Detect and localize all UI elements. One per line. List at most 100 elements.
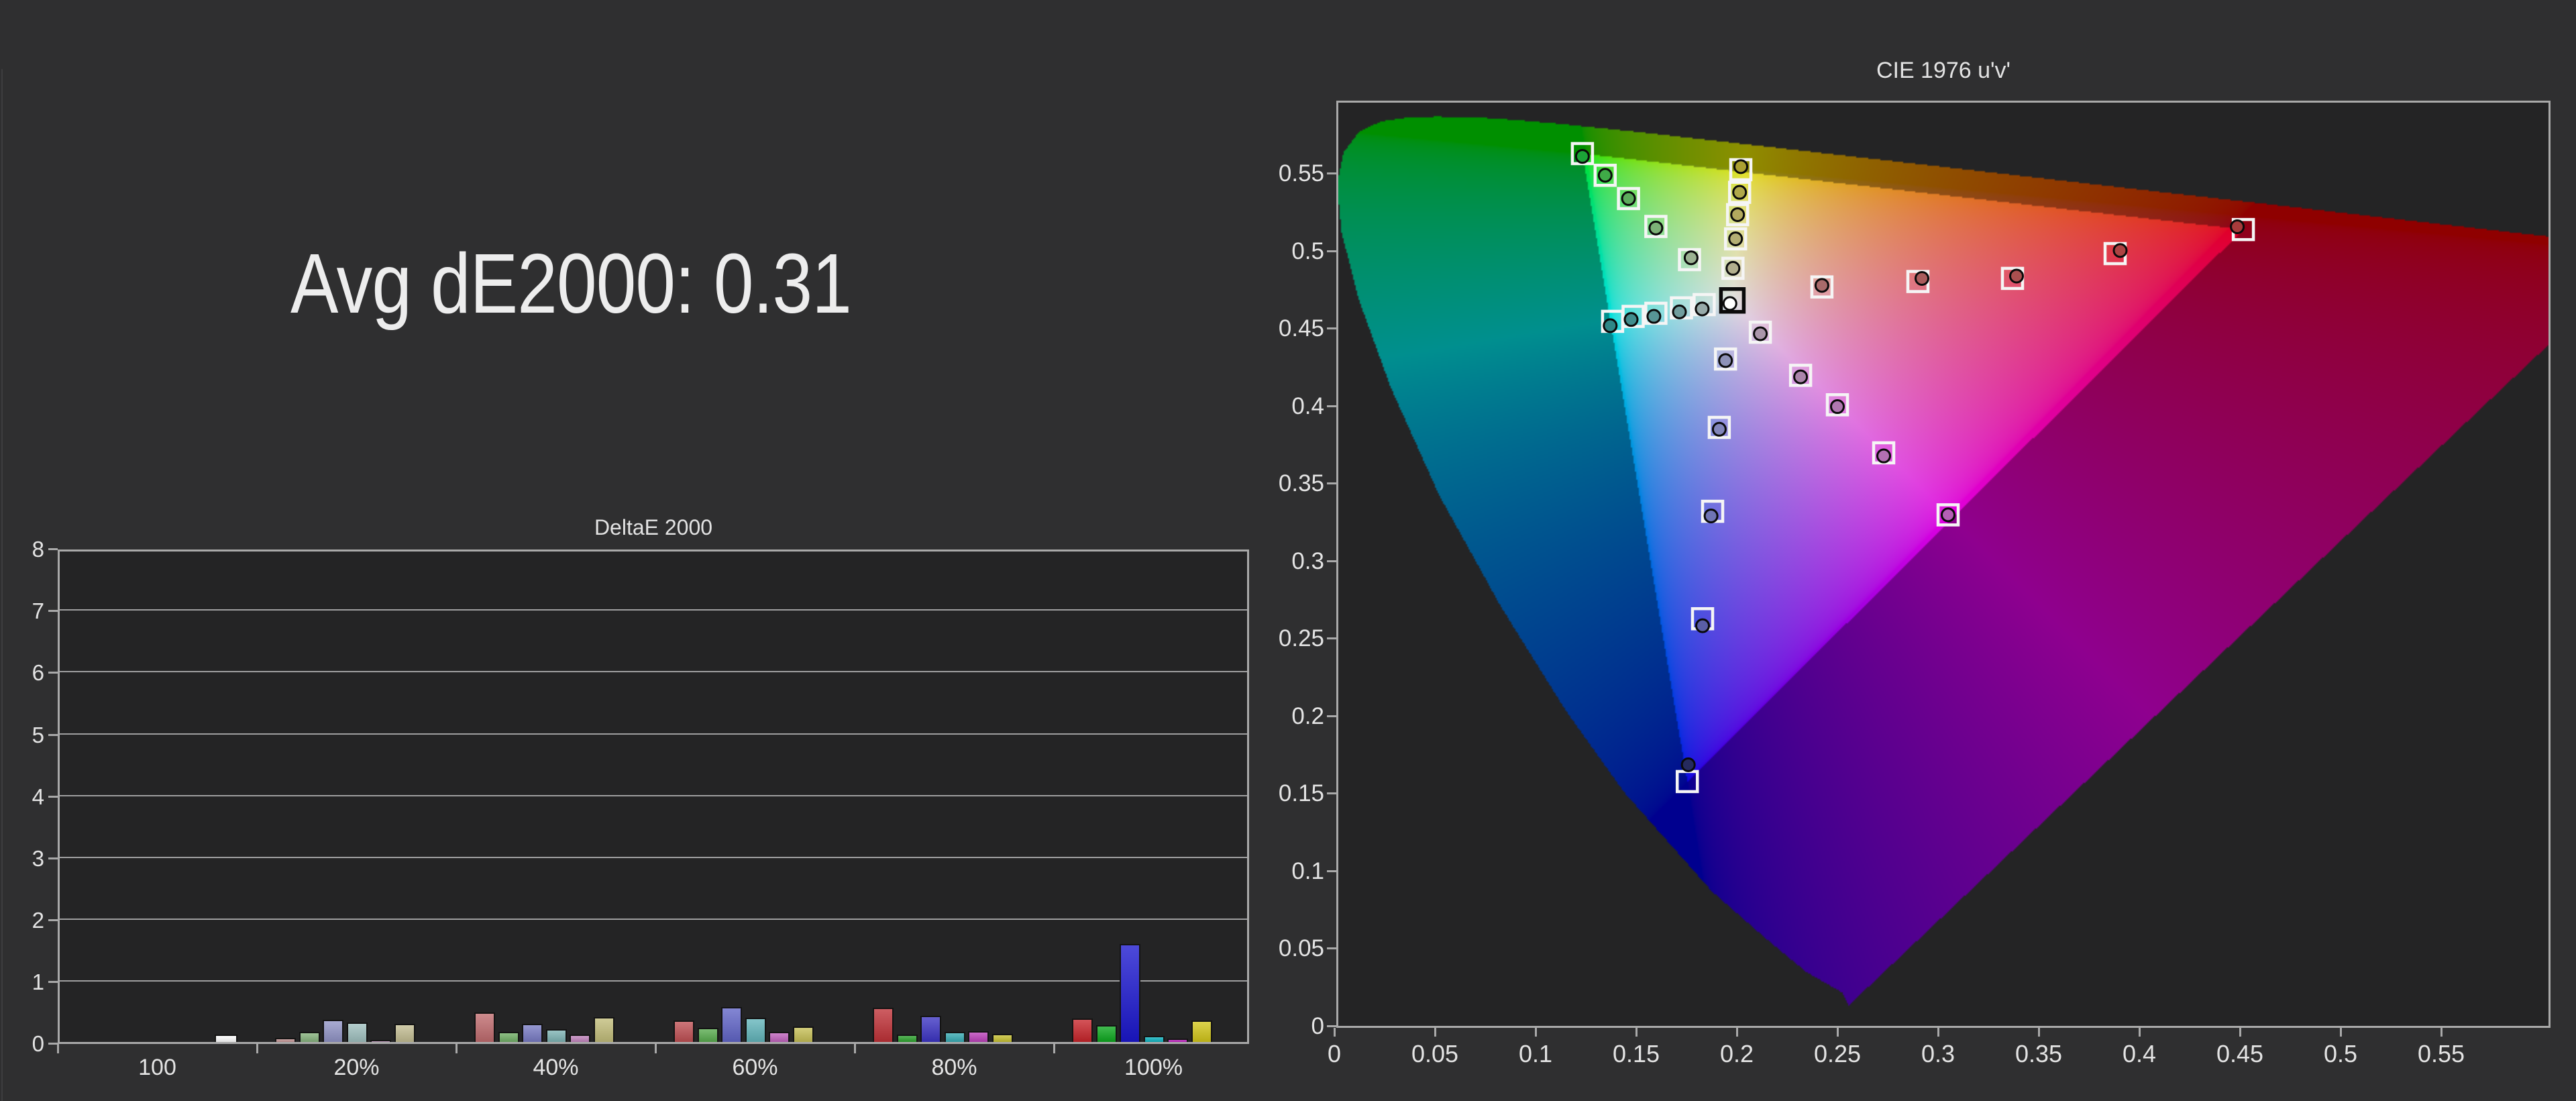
- bar-x-tick: [57, 1044, 59, 1053]
- bar-80%-magenta: [968, 1031, 989, 1042]
- measured-dot-red-20: [1815, 279, 1828, 292]
- bar-y-label: 8: [4, 535, 44, 564]
- bar-gridline: [60, 919, 1247, 920]
- measured-dot-green-80: [1599, 169, 1611, 182]
- bar-y-label: 0: [4, 1030, 44, 1058]
- measured-dot-magenta-100: [1942, 509, 1955, 521]
- bar-60%-blue: [721, 1007, 742, 1042]
- bar-y-label: 6: [4, 659, 44, 687]
- bar-x-tick: [655, 1044, 657, 1053]
- measured-dot-cyan-60: [1648, 310, 1660, 323]
- cie-y-label: 0.5: [1241, 238, 1324, 266]
- bar-80%-green: [897, 1035, 918, 1042]
- measured-dot-yellow-60: [1731, 208, 1744, 221]
- cie-y-tick: [1327, 715, 1336, 717]
- bar-40%-red: [474, 1012, 495, 1042]
- cie-x-label: 0.05: [1381, 1040, 1489, 1068]
- cie-x-label: 0.3: [1884, 1040, 1992, 1068]
- cie-x-label: 0.1: [1482, 1040, 1589, 1068]
- cie-y-label: 0.35: [1241, 470, 1324, 498]
- cie-y-label: 0.4: [1241, 392, 1324, 421]
- cie-y-tick: [1327, 792, 1336, 794]
- cie-x-label: 0.5: [2287, 1040, 2394, 1068]
- bar-100%-yellow: [1191, 1020, 1212, 1042]
- cie-x-label: 0.2: [1683, 1040, 1790, 1068]
- measured-dot-red-60: [2010, 270, 2023, 282]
- measured-dot-cyan-80: [1625, 313, 1638, 326]
- bar-x-tick: [256, 1044, 258, 1053]
- bar-y-tick: [48, 548, 58, 550]
- cie-y-tick: [1327, 482, 1336, 484]
- measured-dot-cyan-20: [1696, 303, 1709, 315]
- cie-y-label: 0.15: [1241, 780, 1324, 808]
- cie-x-label: 0: [1281, 1040, 1388, 1068]
- cie-x-tick: [1434, 1028, 1436, 1037]
- bar-20%-red: [275, 1038, 296, 1042]
- bar-60%-cyan: [745, 1018, 766, 1042]
- cie-x-label: 0.15: [1582, 1040, 1690, 1068]
- bar-x-tick: [854, 1044, 856, 1053]
- cie-y-label: 0.2: [1241, 702, 1324, 731]
- cie-chart-title: CIE 1976 u'v': [1336, 58, 2551, 84]
- measured-dot-cyan-40: [1673, 305, 1686, 318]
- cie-x-tick: [1736, 1028, 1738, 1037]
- target-square-blue-100: [1677, 772, 1697, 792]
- bar-80%-yellow: [992, 1034, 1013, 1042]
- bar-x-label: 20%: [290, 1055, 424, 1081]
- bar-x-label: 100: [91, 1055, 225, 1081]
- cie-y-label: 0.1: [1241, 857, 1324, 886]
- cie-x-tick: [2239, 1028, 2241, 1037]
- bar-y-tick: [48, 734, 58, 736]
- measured-dot-yellow-80: [1733, 186, 1746, 199]
- delta-e-bar-plot: [58, 549, 1249, 1044]
- cie-x-label: 0.35: [1985, 1040, 2092, 1068]
- measured-dot-green-100: [1576, 150, 1589, 163]
- measured-dot-yellow-100: [1735, 160, 1748, 173]
- bar-80%-blue: [920, 1016, 941, 1042]
- bar-y-tick: [48, 796, 58, 798]
- bar-60%-yellow: [793, 1027, 814, 1042]
- measured-dot-magenta-80: [1878, 450, 1890, 462]
- bar-20%-green: [299, 1032, 320, 1042]
- left-panel-seam: [1, 69, 3, 1101]
- measured-dot-blue-60: [1705, 509, 1717, 522]
- bar-80%-cyan: [945, 1032, 965, 1042]
- bar-x-label: 60%: [688, 1055, 822, 1081]
- bar-y-label: 1: [4, 968, 44, 996]
- cie-y-tick: [1327, 947, 1336, 949]
- cie-y-tick: [1327, 172, 1336, 174]
- bar-gridline: [60, 980, 1247, 982]
- bar-chart-title: DeltaE 2000: [58, 515, 1249, 540]
- bar-100%-cyan: [1144, 1036, 1165, 1042]
- cie-x-tick: [2038, 1028, 2040, 1037]
- cie-y-tick: [1327, 250, 1336, 252]
- bar-y-label: 2: [4, 906, 44, 935]
- cie-y-tick: [1327, 1025, 1336, 1027]
- cie-y-label: 0.25: [1241, 625, 1324, 653]
- cie-y-tick: [1327, 870, 1336, 872]
- measured-dot-blue-40: [1713, 423, 1725, 435]
- cie-x-tick: [1535, 1028, 1537, 1037]
- bar-20%-cyan: [347, 1023, 368, 1042]
- cie-x-label: 0.4: [2086, 1040, 2193, 1068]
- bar-y-tick: [48, 981, 58, 983]
- bar-gridline: [60, 671, 1247, 672]
- bar-20%-blue: [323, 1020, 343, 1042]
- measured-dot-magenta-60: [1831, 401, 1844, 413]
- bar-gridline: [60, 857, 1247, 858]
- measured-dot-magenta-40: [1794, 370, 1807, 383]
- bar-y-label: 7: [4, 597, 44, 625]
- bar-60%-red: [674, 1020, 694, 1042]
- bar-60%-magenta: [769, 1032, 790, 1042]
- bar-20%-magenta: [370, 1040, 391, 1042]
- bar-100-white: [215, 1035, 237, 1042]
- measured-dot-red-40: [1916, 272, 1929, 284]
- bar-40%-cyan: [546, 1029, 567, 1042]
- bar-40%-blue: [522, 1024, 543, 1042]
- bar-gridline: [60, 795, 1247, 796]
- measured-dot-white: [1723, 297, 1736, 310]
- bar-y-tick: [48, 919, 58, 921]
- bar-60%-green: [698, 1028, 718, 1042]
- measured-dot-magenta-20: [1754, 327, 1767, 340]
- cie-y-label: 0.45: [1241, 315, 1324, 343]
